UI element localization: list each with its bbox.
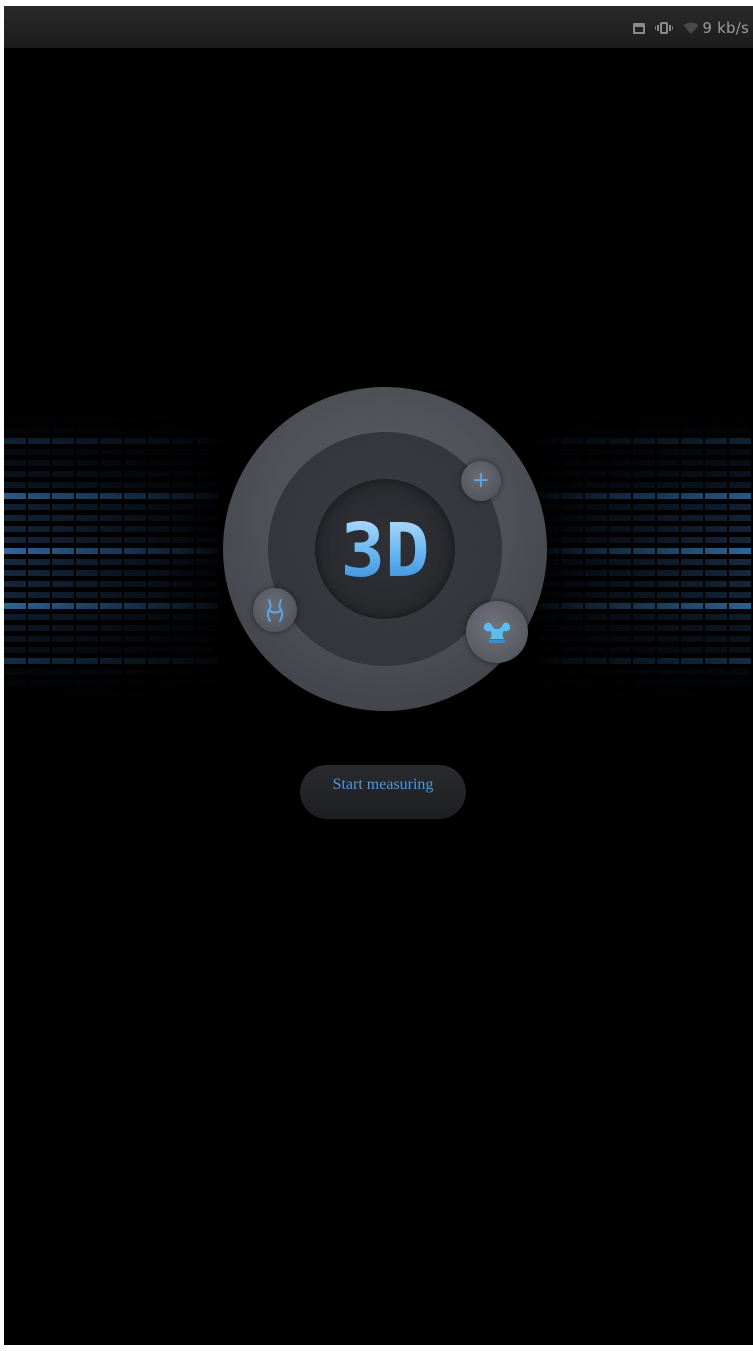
status-bar: 9 kb/s <box>4 6 753 48</box>
wifi-icon <box>683 22 699 34</box>
measurement-dial: 3D + <box>223 387 547 711</box>
muscle-button[interactable] <box>466 601 528 663</box>
add-button[interactable]: + <box>461 461 501 501</box>
body-shape-icon <box>266 599 284 622</box>
add-icon: + <box>471 468 491 493</box>
equalizer-right-graphic <box>538 406 753 706</box>
start-measuring-button[interactable]: Start measuring <box>300 765 466 819</box>
network-indicator: 9 kb/s <box>683 19 749 37</box>
muscle-icon <box>483 622 511 643</box>
app-screen: 9 kb/s 3D + Start measuring <box>4 6 753 1345</box>
network-speed: 9 kb/s <box>702 19 749 37</box>
dial-core[interactable]: 3D <box>315 479 455 619</box>
3d-logo-text: 3D <box>340 508 429 594</box>
calendar-icon <box>633 22 646 34</box>
vibrate-icon <box>655 22 674 34</box>
body-shape-button[interactable] <box>253 588 297 632</box>
status-icons: 9 kb/s <box>633 17 749 39</box>
equalizer-left-graphic <box>4 406 219 706</box>
3d-logo: 3D <box>340 508 429 594</box>
